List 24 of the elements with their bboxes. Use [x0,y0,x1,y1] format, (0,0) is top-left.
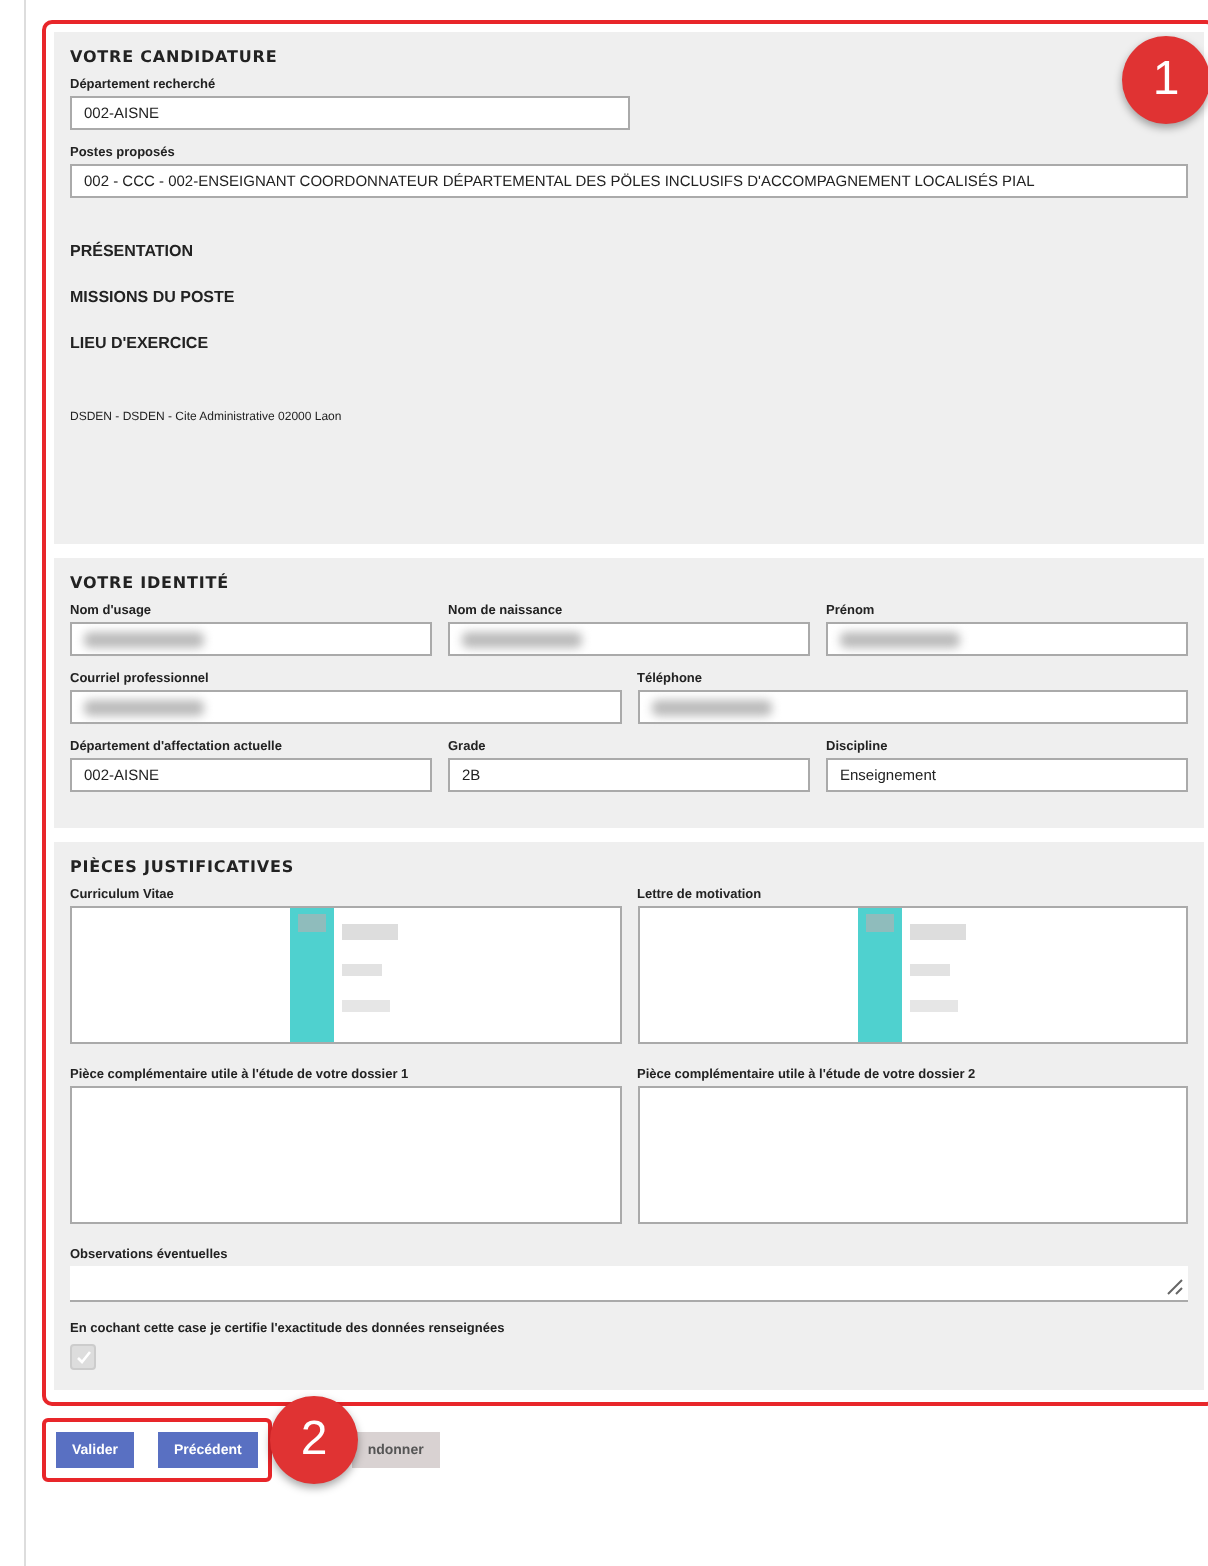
annotation-badge: 2 [270,1396,358,1484]
file-drop-zone[interactable] [637,1086,1188,1224]
redacted-value [462,631,582,647]
input-field[interactable] [448,622,810,656]
redacted-value [651,699,771,715]
file-drop-zone[interactable] [70,906,621,1044]
input-field[interactable] [637,690,1188,724]
section-title: VOTRE CANDIDATURE [70,48,280,66]
textarea-field[interactable] [70,1266,1188,1302]
file-drop-zone[interactable] [70,1086,621,1224]
file-drop-zone[interactable] [637,906,1188,1044]
subheading: MISSIONS DU POSTE [70,288,237,306]
resize-handle-icon [1166,1278,1184,1296]
section-title: PIÈCES JUSTIFICATIVES [70,858,296,876]
subheading: LIEU D'EXERCICE [70,334,211,352]
subheading: PRÉSENTATION [70,242,195,260]
check-icon [75,1349,91,1365]
input-field[interactable] [70,690,621,724]
redacted-value [84,631,204,647]
input-field[interactable] [826,622,1188,656]
section-title: VOTRE IDENTITÉ [70,574,231,592]
input-field[interactable] [70,622,432,656]
redacted-value [84,699,204,715]
redacted-value [840,631,960,647]
